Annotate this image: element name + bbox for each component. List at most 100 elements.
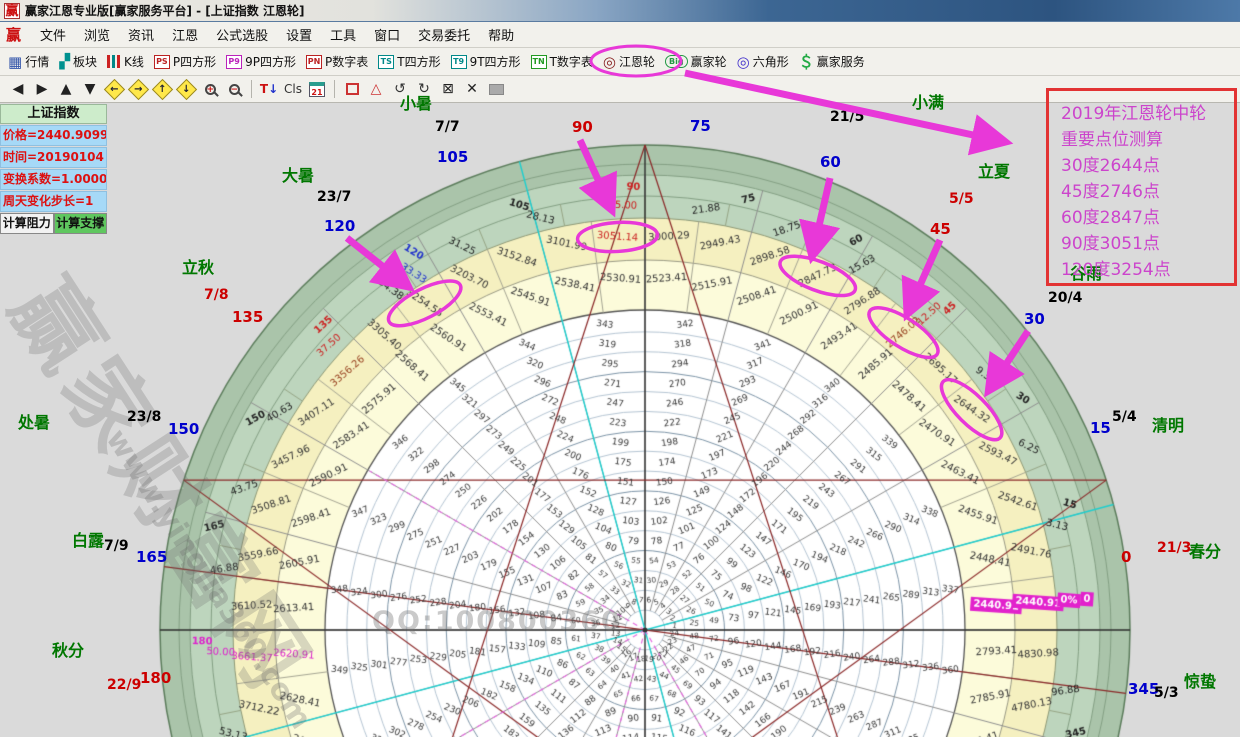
toolbar-p-number-table-icon: PN bbox=[306, 55, 322, 69]
tool-button-cls-clear[interactable]: Cls bbox=[281, 78, 305, 100]
solar-term-秋分: 秋分 bbox=[52, 637, 84, 661]
toolbar-button-winner-wheel[interactable]: Big赢家轮 bbox=[661, 51, 733, 72]
zoom-out-icon: − bbox=[229, 84, 240, 95]
menu-item-settings[interactable]: 设置 bbox=[277, 26, 321, 47]
menu-item-news[interactable]: 资讯 bbox=[119, 26, 163, 47]
app-logo-icon: 赢 bbox=[4, 3, 20, 19]
menu-item-file[interactable]: 文件 bbox=[31, 26, 75, 47]
wheel-degree-label-90: 90 bbox=[572, 118, 593, 136]
tool-button-rect-tool[interactable] bbox=[340, 78, 364, 100]
toolbar-9t-square-icon: T9 bbox=[451, 55, 467, 69]
menu-item-browse[interactable]: 浏览 bbox=[75, 26, 119, 47]
solar-term-date-23/7: 23/7 bbox=[317, 189, 351, 205]
annotation-line-2: 30度2644点 bbox=[1061, 153, 1234, 179]
instrument-title: 上证指数 bbox=[0, 104, 107, 124]
toolbar-separator bbox=[251, 80, 252, 98]
toolbar-button-kline[interactable]: K线 bbox=[103, 51, 150, 72]
toolbar-button-p-number-table[interactable]: PNP数字表 bbox=[302, 51, 374, 72]
solar-term-大暑: 大暑 bbox=[282, 162, 314, 186]
toolbar-kline-icon bbox=[107, 55, 121, 68]
annotation-line-5: 90度3051点 bbox=[1061, 231, 1234, 257]
toolbar-button-9p-square[interactable]: P99P四方形 bbox=[222, 51, 302, 72]
tool-button-move-down[interactable]: ↓ bbox=[174, 78, 198, 100]
wheel-degree-label-75: 75 bbox=[690, 117, 711, 135]
tool-button-presentation[interactable] bbox=[484, 78, 508, 100]
toolbar-button-t-square[interactable]: TST四方形 bbox=[374, 51, 446, 72]
zoom-in-icon: + bbox=[205, 84, 216, 95]
toolbar-winner-service-icon: ＄ bbox=[799, 51, 814, 72]
solar-term-date-20/4: 20/4 bbox=[1048, 290, 1082, 306]
toolbar-gann-wheel-icon: ◎ bbox=[603, 53, 616, 71]
menu-item-window[interactable]: 窗口 bbox=[365, 26, 409, 47]
main-toolbar: ▦行情▞板块K线PSP四方形P99P四方形PNP数字表TST四方形T99T四方形… bbox=[0, 48, 1240, 76]
rect-tool-icon bbox=[346, 83, 359, 95]
tool-button-fit-box[interactable]: ⊠ bbox=[436, 78, 460, 100]
wheel-degree-label-60: 60 bbox=[820, 153, 841, 171]
wheel-degree-label-105: 105 bbox=[437, 148, 468, 166]
toolbar-winner-wheel-icon: Big bbox=[665, 55, 688, 68]
toolbar-label-gann-wheel: 江恩轮 bbox=[619, 53, 655, 70]
toolbar-label-9p-square: 9P四方形 bbox=[245, 53, 296, 70]
move-right-icon: → bbox=[127, 78, 148, 99]
wheel-degree-label-30: 30 bbox=[1024, 310, 1045, 328]
toolbar-button-gann-wheel[interactable]: ◎江恩轮 bbox=[599, 51, 661, 73]
menu-logo-icon: 赢 bbox=[6, 24, 21, 45]
toolbar-button-9t-square[interactable]: T99T四方形 bbox=[447, 51, 527, 72]
annotation-line-1: 重要点位测算 bbox=[1061, 127, 1234, 153]
toolbar-label-p-square: P四方形 bbox=[173, 53, 216, 70]
solar-term-处暑: 处暑 bbox=[18, 409, 50, 433]
calc-resistance-button[interactable]: 计算阻力 bbox=[0, 213, 54, 234]
menu-item-formula-pick[interactable]: 公式选股 bbox=[207, 26, 277, 47]
tool-button-arrow-left[interactable]: ◀ bbox=[6, 78, 30, 100]
move-left-icon: ← bbox=[103, 78, 124, 99]
tool-button-move-right[interactable]: → bbox=[126, 78, 150, 100]
toolbar-t-number-table-icon: TN bbox=[531, 55, 547, 69]
wheel-degree-label-135: 135 bbox=[232, 308, 263, 326]
toolbar-button-p-square[interactable]: PSP四方形 bbox=[150, 51, 222, 72]
annotation-line-3: 45度2746点 bbox=[1061, 179, 1234, 205]
calc-support-button[interactable]: 计算支撑 bbox=[54, 213, 108, 234]
annotation-line-0: 2019年江恩轮中轮 bbox=[1061, 101, 1234, 127]
tool-button-move-left[interactable]: ← bbox=[102, 78, 126, 100]
panel-row-0: 价格=2440.9099 bbox=[0, 125, 107, 146]
tool-button-calendar[interactable]: 21 bbox=[305, 78, 329, 100]
tool-button-center-view[interactable]: ✕ bbox=[460, 78, 484, 100]
tool-button-zoom-in[interactable]: + bbox=[198, 78, 222, 100]
move-down-icon: ↓ bbox=[175, 78, 196, 99]
solar-term-date-5/3: 5/3 bbox=[1154, 685, 1179, 701]
tool-button-zoom-out[interactable]: − bbox=[222, 78, 246, 100]
toolbar-label-t-number-table: T数字表 bbox=[550, 53, 593, 70]
solar-term-date-23/8: 23/8 bbox=[127, 409, 161, 425]
solar-term-立秋: 立秋 bbox=[182, 254, 214, 278]
solar-term-白露: 白露 bbox=[72, 527, 104, 551]
tool-button-arrow-right[interactable]: ▶ bbox=[30, 78, 54, 100]
wheel-degree-label-45: 45 bbox=[930, 220, 951, 238]
menu-item-help[interactable]: 帮助 bbox=[479, 26, 523, 47]
tool-button-pointer-down[interactable]: ▼ bbox=[78, 78, 102, 100]
toolbar-button-hexagon[interactable]: ◎六角形 bbox=[733, 51, 795, 73]
tool-button-triangle-tool[interactable]: △ bbox=[364, 78, 388, 100]
menu-item-gann[interactable]: 江恩 bbox=[163, 26, 207, 47]
tool-button-move-up[interactable]: ↑ bbox=[150, 78, 174, 100]
tool-button-price-time[interactable]: T↓ bbox=[257, 78, 281, 100]
tool-button-pointer-up[interactable]: ▲ bbox=[54, 78, 78, 100]
solar-term-date-5/5: 5/5 bbox=[949, 191, 974, 207]
toolbar-button-quotes[interactable]: ▦行情 bbox=[4, 51, 55, 73]
toolbar-label-9t-square: 9T四方形 bbox=[470, 53, 521, 70]
menu-item-trade-entrust[interactable]: 交易委托 bbox=[409, 26, 479, 47]
toolbar-label-hexagon: 六角形 bbox=[753, 53, 789, 70]
toolbar-button-winner-service[interactable]: ＄赢家服务 bbox=[795, 49, 871, 74]
panel-row-3: 周天变化步长=1 bbox=[0, 191, 107, 212]
application-window: 赢 赢家江恩专业版[赢家服务平台] - [上证指数 江恩轮] 赢 文件浏览资讯江… bbox=[0, 0, 1240, 737]
solar-term-date-7/7: 7/7 bbox=[435, 119, 460, 135]
solar-term-立夏: 立夏 bbox=[978, 158, 1010, 182]
toolbar-label-quotes: 行情 bbox=[25, 53, 49, 70]
toolbar-button-sectors[interactable]: ▞板块 bbox=[55, 51, 103, 72]
solar-term-小满: 小满 bbox=[912, 89, 944, 113]
panel-row-1: 时间=20190104 bbox=[0, 147, 107, 168]
solar-term-date-7/8: 7/8 bbox=[204, 287, 229, 303]
menu-item-tools[interactable]: 工具 bbox=[321, 26, 365, 47]
toolbar-button-t-number-table[interactable]: TNT数字表 bbox=[527, 51, 599, 72]
solar-term-date-7/9: 7/9 bbox=[104, 538, 129, 554]
title-bar: 赢 赢家江恩专业版[赢家服务平台] - [上证指数 江恩轮] bbox=[0, 0, 1240, 22]
